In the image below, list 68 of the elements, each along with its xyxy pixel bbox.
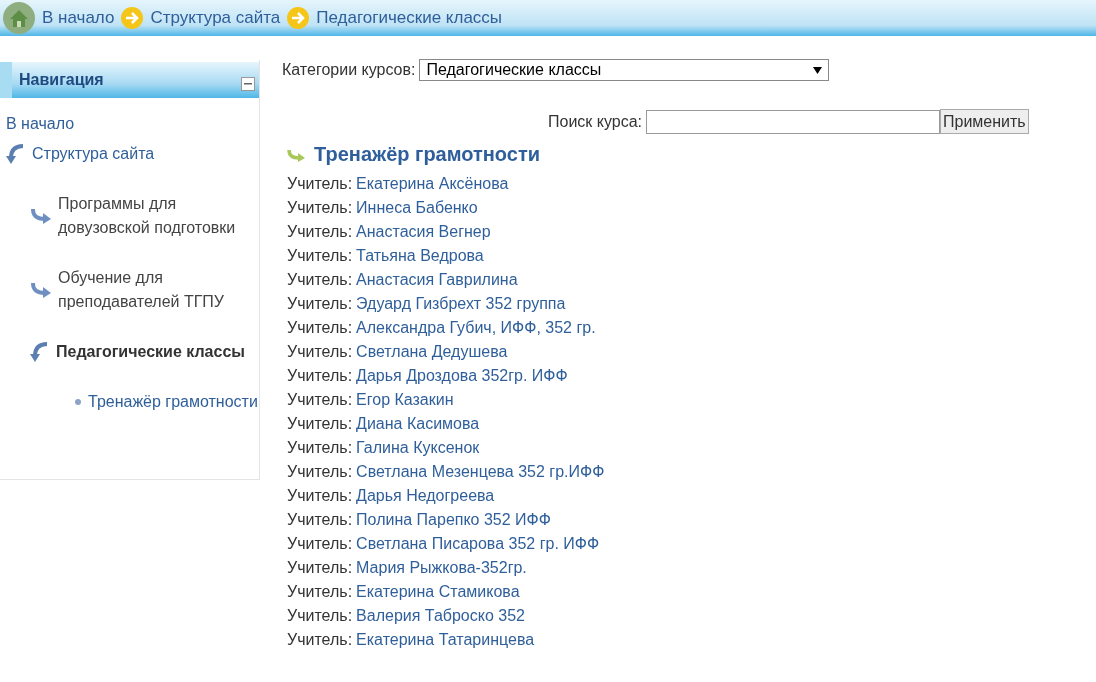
- field-label: Поиск курса:: [548, 112, 643, 131]
- category-dropdown[interactable]: Педагогические классы: [419, 59, 830, 81]
- teacher-label: Учитель:: [287, 199, 353, 217]
- teacher-label: Учитель:: [287, 559, 353, 577]
- teacher-label: Учитель:: [287, 583, 353, 601]
- teacher-link[interactable]: Екатерина Татаринцева: [356, 631, 535, 649]
- dropdown-arrow-icon: [813, 66, 823, 74]
- nav-link[interactable]: В начало: [6, 112, 75, 136]
- search-field[interactable]: [646, 109, 941, 134]
- nav-link[interactable]: Тренажёр грамотности: [88, 390, 258, 414]
- nav-link[interactable]: Структура сайта: [32, 142, 155, 166]
- teacher-link[interactable]: Иннеса Бабенко: [356, 199, 478, 217]
- teacher-link[interactable]: Мария Рыжкова-352гр.: [356, 559, 527, 577]
- teacher-label: Учитель:: [287, 415, 353, 433]
- teacher-link[interactable]: Валерия Таброско 352: [356, 607, 525, 625]
- teacher-link[interactable]: Диана Касимова: [356, 415, 480, 433]
- minus-icon: [244, 83, 252, 85]
- teacher-label: Учитель:: [287, 319, 353, 337]
- nav-link[interactable]: Программы для довузовской подготовки: [58, 192, 258, 240]
- curved-arrow-icon: [286, 147, 306, 162]
- curved-arrow-icon: [30, 281, 52, 299]
- breadcrumb-link[interactable]: Педагогические классы: [316, 8, 503, 28]
- home-icon[interactable]: [2, 1, 36, 35]
- teacher-link[interactable]: Дарья Дроздова 352гр. ИФФ: [356, 367, 568, 385]
- teacher-label: Учитель:: [287, 367, 353, 385]
- arrow-right-icon: [120, 6, 145, 30]
- teacher-link[interactable]: Дарья Недогреева: [356, 487, 495, 505]
- course-title[interactable]: Тренажёр грамотности: [314, 143, 541, 166]
- teacher-link[interactable]: Светлана Дедушева: [356, 343, 508, 361]
- teacher-link[interactable]: Полина Парепко 352 ИФФ: [356, 511, 551, 529]
- breadcrumb-link[interactable]: В начало: [42, 8, 115, 28]
- teacher-label: Учитель:: [287, 343, 353, 361]
- teacher-link[interactable]: Анастасия Вегнер: [356, 223, 491, 241]
- teacher-label: Учитель:: [287, 439, 353, 457]
- teacher-label: Учитель:: [287, 463, 353, 481]
- nav-link[interactable]: Обучение для преподавателей ТГПУ: [58, 266, 258, 314]
- teacher-link[interactable]: Светлана Писарова 352 гр. ИФФ: [356, 535, 600, 553]
- teacher-label: Учитель:: [287, 391, 353, 409]
- curved-arrow-icon: [30, 207, 52, 225]
- teacher-label: Учитель:: [287, 631, 353, 649]
- bullet-icon: [74, 398, 82, 406]
- teacher-label: Учитель:: [287, 607, 353, 625]
- teacher-link[interactable]: Галина Куксенок: [356, 439, 480, 457]
- teacher-label: Учитель:: [287, 175, 353, 193]
- curved-arrow-icon: [30, 341, 50, 363]
- collapse-button[interactable]: [241, 77, 255, 91]
- teacher-label: Учитель:: [287, 535, 353, 553]
- nav-link[interactable]: Педагогические классы: [56, 340, 245, 364]
- teacher-label: Учитель:: [287, 511, 353, 529]
- teacher-link[interactable]: Екатерина Аксёнова: [356, 175, 509, 193]
- teacher-link[interactable]: Татьяна Ведрова: [356, 247, 484, 265]
- arrow-right-icon: [286, 6, 311, 30]
- teacher-label: Учитель:: [287, 271, 353, 289]
- teacher-link[interactable]: Екатерина Стамикова: [356, 583, 520, 601]
- teacher-link[interactable]: Александра Губич, ИФФ, 352 гр.: [356, 319, 596, 337]
- teacher-link[interactable]: Егор Казакин: [356, 391, 454, 409]
- teacher-label: Учитель:: [287, 487, 353, 505]
- teacher-label: Учитель:: [287, 223, 353, 241]
- teacher-link[interactable]: Анастасия Гаврилина: [356, 271, 518, 289]
- field-label: Категории курсов:: [282, 61, 416, 79]
- panel-title: Навигация: [19, 71, 104, 89]
- breadcrumb-link[interactable]: Структура сайта: [150, 8, 281, 28]
- teacher-label: Учитель:: [287, 295, 353, 313]
- teacher-link[interactable]: Светлана Мезенцева 352 гр.ИФФ: [356, 463, 605, 481]
- teacher-link[interactable]: Эдуард Гизбрехт 352 группа: [356, 295, 566, 313]
- curved-arrow-icon: [6, 143, 26, 165]
- apply-button[interactable]: Применить: [940, 109, 1029, 134]
- teacher-label: Учитель:: [287, 247, 353, 265]
